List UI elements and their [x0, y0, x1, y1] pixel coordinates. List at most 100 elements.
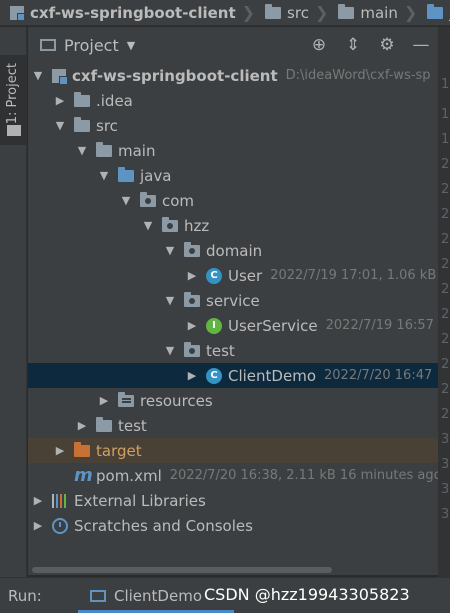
tree-item-test-package[interactable]: ▼ test	[28, 338, 438, 363]
tree-item-clientdemo[interactable]: ▶ C ClientDemo 2022/7/20 16:47	[28, 363, 438, 388]
project-panel-title[interactable]: Project	[64, 36, 119, 55]
chevron-down-icon[interactable]: ▼	[127, 39, 135, 52]
locate-icon[interactable]: ⊕	[302, 27, 336, 63]
line-number: 2	[441, 357, 450, 372]
line-number: 2	[441, 207, 450, 222]
package-icon	[184, 291, 200, 307]
tree-item-label: service	[206, 291, 260, 310]
chevron-down-icon[interactable]: ▼	[30, 69, 46, 82]
module-icon	[52, 68, 68, 85]
breadcrumb-label: src	[287, 3, 309, 22]
chevron-right-icon[interactable]: ▶	[30, 494, 46, 507]
source-folder-icon	[118, 166, 134, 182]
minimize-icon[interactable]: —	[404, 27, 438, 63]
breadcrumb-item-main[interactable]: main ❯	[338, 0, 427, 25]
chevron-right-icon[interactable]: ▶	[74, 419, 90, 432]
package-icon	[162, 216, 178, 232]
scrollbar-thumb[interactable]	[32, 567, 332, 573]
tree-item-java[interactable]: ▼ java	[28, 163, 438, 188]
tree-item-label: cxf-ws-springboot-client	[72, 66, 278, 85]
run-tab-clientdemo[interactable]: ClientDemo	[78, 578, 234, 613]
maven-icon: m	[74, 465, 93, 486]
ide-window: cxf-ws-springboot-client ❯ src ❯ main ❯ …	[0, 0, 450, 613]
project-stripe-label: 1: Project	[5, 63, 20, 125]
chevron-down-icon[interactable]: ▼	[162, 294, 178, 307]
console-icon	[90, 589, 106, 602]
tree-item-label: target	[96, 441, 142, 460]
tree-item-meta: 2022/7/20 16:47	[324, 368, 433, 383]
chevron-down-icon[interactable]: ▼	[52, 119, 68, 132]
chevron-right-icon[interactable]: ▶	[184, 369, 200, 382]
line-number: 2	[441, 157, 450, 172]
chevron-down-icon[interactable]: ▼	[162, 244, 178, 257]
chevron-down-icon[interactable]: ▼	[118, 194, 134, 207]
project-stripe-tab[interactable]: 1: Project	[0, 55, 27, 145]
tree-item-scratches[interactable]: ▶ Scratches and Consoles	[28, 513, 438, 538]
tree-item-main[interactable]: ▼ main	[28, 138, 438, 163]
tree-item-src[interactable]: ▼ src	[28, 113, 438, 138]
breadcrumb-item-java[interactable]: java ❯	[427, 0, 450, 25]
chevron-down-icon[interactable]: ▼	[96, 169, 112, 182]
package-icon	[184, 341, 200, 357]
tree-item-resources[interactable]: ▶ resources	[28, 388, 438, 413]
horizontal-scrollbar[interactable]	[28, 565, 438, 575]
tree-item-label: Scratches and Consoles	[74, 516, 253, 535]
tree-item-label: test	[206, 341, 235, 360]
folder-icon	[96, 141, 112, 157]
folder-icon	[265, 3, 282, 19]
tree-item-userservice[interactable]: ▶ I UserService 2022/7/19 16:57	[28, 313, 438, 338]
tree-item-label: UserService	[228, 316, 318, 335]
run-label: Run:	[8, 586, 42, 605]
tree-item-test-dir[interactable]: ▶ test	[28, 413, 438, 438]
chevron-down-icon[interactable]: ▼	[162, 344, 178, 357]
tree-item-com[interactable]: ▼ com	[28, 188, 438, 213]
chevron-right-icon[interactable]: ▶	[184, 269, 200, 282]
tree-item-label: ClientDemo	[228, 366, 316, 385]
tree-item-domain[interactable]: ▼ domain	[28, 238, 438, 263]
chevron-down-icon[interactable]: ▼	[74, 144, 90, 157]
tree-item-external-libraries[interactable]: ▶ External Libraries	[28, 488, 438, 513]
folder-icon	[96, 416, 112, 432]
run-tool-bar: Run: ClientDemo CSDN @hzz19943305823	[0, 577, 450, 613]
chevron-right-icon[interactable]: ▶	[184, 319, 200, 332]
line-number: 3	[441, 482, 450, 497]
chevron-right-icon: ❯	[314, 3, 329, 22]
tree-item-service[interactable]: ▼ service	[28, 288, 438, 313]
line-number: 3	[441, 507, 450, 522]
tree-item-target[interactable]: ▶ target	[28, 438, 438, 463]
resources-folder-icon	[118, 391, 134, 407]
editor-gutter: 1 1 1 2 2 2 2 2 2 2 2 2 2 2 3 3 3 3	[438, 27, 450, 577]
chevron-right-icon[interactable]: ▶	[96, 394, 112, 407]
breadcrumb-item-src[interactable]: src ❯	[265, 0, 338, 25]
package-icon	[184, 241, 200, 257]
tree-item-label: test	[118, 416, 147, 435]
tree-item-label: domain	[206, 241, 263, 260]
tree-item-user[interactable]: ▶ C User 2022/7/19 17:01, 1.06 kB	[28, 263, 438, 288]
module-icon	[10, 5, 25, 21]
folder-icon	[74, 91, 90, 107]
chevron-right-icon[interactable]: ▶	[30, 519, 46, 532]
collapse-icon[interactable]: ⇕	[336, 27, 370, 63]
tree-item-label: User	[228, 266, 263, 285]
tree-item-project-root[interactable]: ▼ cxf-ws-springboot-client D:\ideaWord\c…	[28, 63, 438, 88]
breadcrumb-item-project[interactable]: cxf-ws-springboot-client ❯	[0, 0, 265, 25]
package-icon	[140, 191, 156, 207]
folder-icon	[7, 125, 21, 136]
chevron-right-icon: ❯	[403, 3, 418, 22]
chevron-right-icon[interactable]: ▶	[52, 444, 68, 457]
breadcrumb: cxf-ws-springboot-client ❯ src ❯ main ❯ …	[0, 0, 450, 26]
scratches-icon	[52, 517, 68, 534]
line-number: 3	[441, 432, 450, 447]
excluded-folder-icon	[74, 441, 90, 457]
tree-item-label: pom.xml	[96, 466, 162, 485]
line-number: 1	[441, 77, 450, 92]
tree-item-hzz[interactable]: ▼ hzz	[28, 213, 438, 238]
line-number: 2	[441, 332, 450, 347]
gear-icon[interactable]: ⚙	[370, 27, 404, 63]
chevron-right-icon[interactable]: ▶	[52, 94, 68, 107]
tree-item-idea[interactable]: ▶ .idea	[28, 88, 438, 113]
line-number: 2	[441, 257, 450, 272]
chevron-down-icon[interactable]: ▼	[140, 219, 156, 232]
tree-item-meta: 2022/7/19 17:01, 1.06 kB	[270, 268, 437, 283]
tree-item-pom[interactable]: m pom.xml 2022/7/20 16:38, 2.11 kB 16 mi…	[28, 463, 438, 488]
